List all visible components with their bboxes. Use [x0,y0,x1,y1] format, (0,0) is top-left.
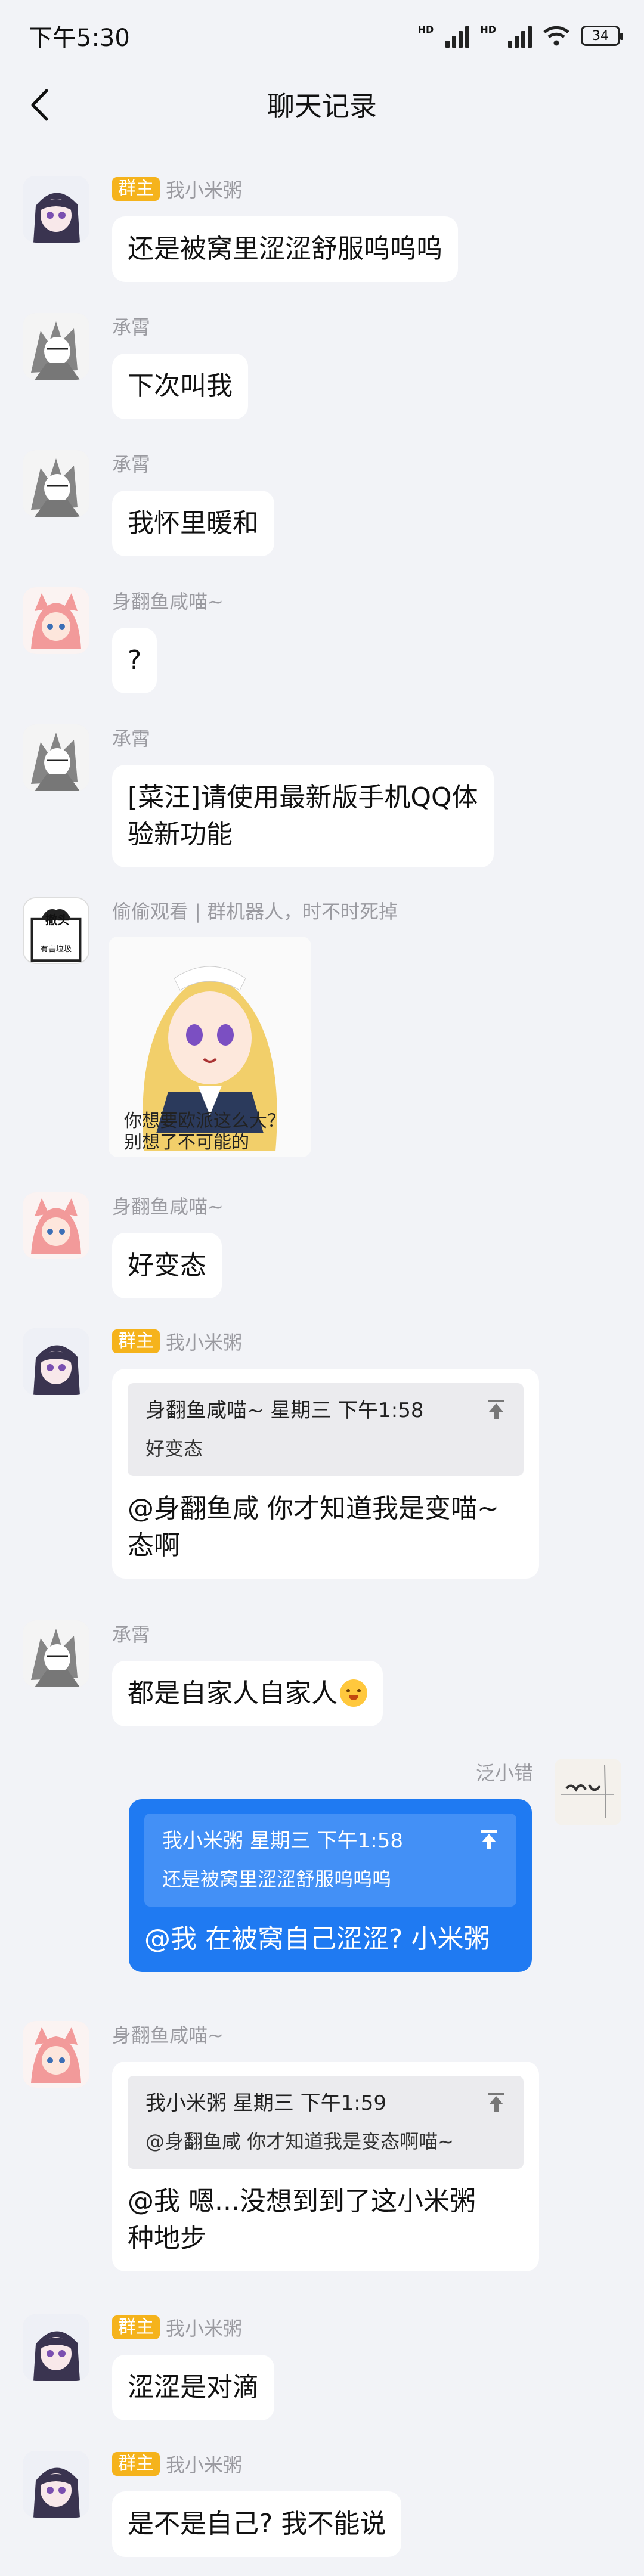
message-bubble[interactable]: ? [112,628,157,693]
owner-badge: 群主 [112,2315,160,2339]
quote-text: 好变态 [145,1437,203,1460]
message-text: @我 在被窝自己涩涩? 小米粥 [144,1924,490,1954]
status-time: 下午5:30 [29,24,130,52]
sender-name: 我小米粥 [166,2317,243,2340]
message-text: 都是自家人自家人 [128,1678,338,1709]
avatar[interactable] [555,1759,621,1825]
jump-to-top-icon[interactable] [484,2090,508,2114]
message-text: 还是被窝里涩涩舒服呜呜呜 [128,234,442,264]
avatar[interactable] [23,1620,89,1687]
quote-header: 身翻鱼咸喵~ 星期三 下午1:58 [145,1399,424,1422]
avatar[interactable] [23,450,89,517]
jump-to-top-icon[interactable] [477,1828,501,1852]
hd-badge: HD [480,24,496,35]
avatar[interactable] [23,1192,89,1259]
avatar[interactable]: 撤头 有害垃圾 [23,897,89,964]
message-bubble[interactable]: 涩涩是对滴 [112,2355,274,2420]
avatar[interactable] [23,587,89,654]
sender-name: 我小米粥 [166,1331,243,1354]
message-text: ? [128,645,142,675]
sender-name: 身翻鱼咸喵~ [112,2024,224,2047]
sender-name: 泛小错 [475,1762,533,1784]
message-bubble[interactable]: 都是自家人自家人 [112,1661,383,1726]
avatar[interactable] [23,2451,89,2518]
sender-name: 我小米粥 [166,179,243,202]
sticker-caption-line: 你想要欧派这么大？ [124,1111,285,1132]
message-bubble[interactable]: 是不是自己? 我不能说 [112,2491,402,2557]
hd-badge: HD [417,24,434,35]
quote-header: 我小米粥 星期三 下午1:58 [162,1829,403,1853]
message-bubble[interactable]: 身翻鱼咸喵~ 星期三 下午1:58 好变态 @身翻鱼咸 你才知道我是变喵~ 态啊 [112,1369,539,1579]
sender-name: 承霄 [112,1623,151,1646]
jump-to-top-icon[interactable] [484,1397,508,1421]
sender-name: 承霄 [112,453,151,476]
message-text-line: @我 嗯...没想到到了这小米粥 [128,2186,476,2217]
quoted-message[interactable]: 我小米粥 星期三 下午1:59 @身翻鱼咸 你才知道我是变态啊喵~ [128,2076,524,2169]
message-bubble[interactable]: 下次叫我 [112,354,248,419]
message-text-line: @身翻鱼咸 你才知道我是变喵~ [128,1493,499,1524]
sender-name: 偷偷观看 | 群机器人，时不时死掉 [112,900,398,923]
message-text-line: [菜汪]请使用最新版手机QQ体 [128,782,478,813]
message-bubble[interactable]: 还是被窝里涩涩舒服呜呜呜 [112,216,458,282]
message-text: 好变态 [128,1250,206,1281]
quote-text: @身翻鱼咸 你才知道我是变态啊喵~ [145,2130,454,2153]
smile-emoji-icon [340,1679,367,1707]
back-button[interactable] [21,87,57,123]
avatar[interactable] [23,724,89,791]
sender-name: 承霄 [112,727,151,750]
message-text: 我怀里暖和 [128,508,259,538]
quote-text: 还是被窝里涩涩舒服呜呜呜 [162,1868,392,1890]
sender-name: 承霄 [112,316,151,339]
sender-name: 身翻鱼咸喵~ [112,1195,224,1218]
quoted-message[interactable]: 我小米粥 星期三 下午1:58 还是被窝里涩涩舒服呜呜呜 [144,1814,516,1907]
message-bubble[interactable]: [菜汪]请使用最新版手机QQ体 验新功能 [112,765,494,867]
avatar[interactable] [23,2314,89,2381]
owner-badge: 群主 [112,177,160,201]
avatar-text: 撤头 [45,913,69,927]
sticker-caption-line: 别想了不可能的 [124,1132,249,1153]
page-title: 聊天记录 [267,90,377,122]
message-text: 涩涩是对滴 [128,2372,259,2403]
message-text-line: 验新功能 [128,819,233,850]
message-bubble[interactable]: 我小米粥 星期三 下午1:59 @身翻鱼咸 你才知道我是变态啊喵~ @我 嗯..… [112,2062,539,2271]
avatar-text: 有害垃圾 [41,945,72,954]
owner-badge: 群主 [112,2452,160,2476]
avatar[interactable] [23,313,89,380]
chevron-left-icon [31,89,48,121]
message-text: 下次叫我 [128,371,233,401]
sender-name: 我小米粥 [166,2454,243,2476]
status-bar: 下午5:30 HD HD 34 [0,0,644,72]
owner-badge: 群主 [112,1329,160,1353]
avatar[interactable] [23,1328,89,1395]
quoted-message[interactable]: 身翻鱼咸喵~ 星期三 下午1:58 好变态 [128,1383,524,1476]
title-bar: 聊天记录 [0,72,644,137]
message-bubble[interactable]: 好变态 [112,1233,222,1298]
avatar[interactable] [23,2021,89,2088]
message-text-line: 种地步 [128,2223,206,2253]
message-bubble[interactable]: 我小米粥 星期三 下午1:58 还是被窝里涩涩舒服呜呜呜 @我 在被窝自己涩涩?… [129,1799,532,1972]
signal-icon [445,24,470,48]
message-text: 是不是自己? 我不能说 [128,2509,386,2539]
sticker-image[interactable]: 你想要欧派这么大？ 别想了不可能的 [109,937,311,1157]
message-text-line: 态啊 [128,1530,180,1561]
signal-icon [508,24,532,48]
wifi-icon [543,26,569,46]
message-bubble[interactable]: 我怀里暖和 [112,491,274,556]
sender-name: 身翻鱼咸喵~ [112,590,224,613]
avatar[interactable] [23,176,89,243]
quote-header: 我小米粥 星期三 下午1:59 [145,2091,386,2115]
battery-icon: 34 [581,26,623,46]
